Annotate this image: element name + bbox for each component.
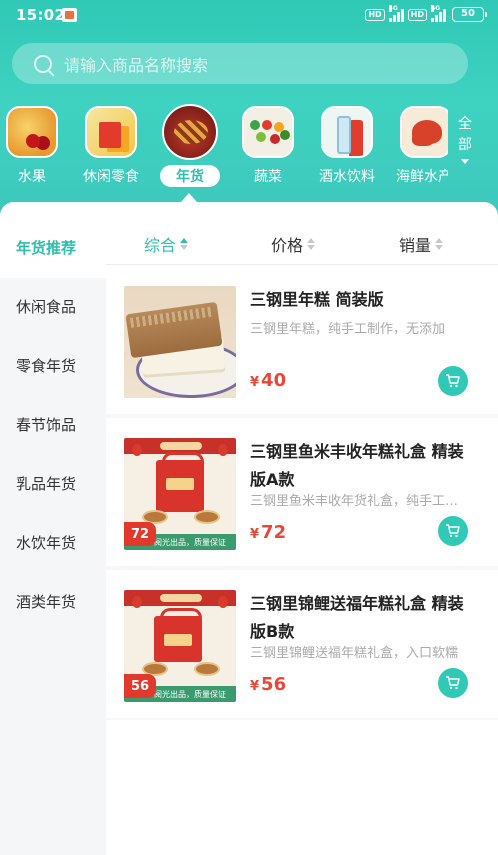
product-price: ¥72: [250, 522, 286, 543]
category-label: 水果: [18, 169, 46, 185]
category-seafood[interactable]: 海鲜水产: [384, 106, 448, 186]
status-bar: 15:02 HD 4G HD 4G 50: [0, 0, 498, 30]
thumb-price-tag: 56: [124, 674, 156, 698]
product-desc: 三钢里年糕，纯手工制作，无添加: [250, 322, 446, 337]
sort-label: 价格: [271, 236, 304, 255]
divider: [106, 718, 498, 720]
sidebar-item-new-year-recommend[interactable]: 年货推荐: [0, 202, 106, 278]
sort-comprehensive[interactable]: 综合: [144, 232, 189, 256]
category-vegetables[interactable]: 蔬菜: [228, 106, 308, 186]
add-to-cart-button[interactable]: [438, 668, 468, 698]
hd-badge: HD: [365, 8, 385, 21]
sort-arrows-icon: [180, 238, 189, 250]
fruit-image: [6, 106, 58, 158]
sidebar-item-beverage-goods[interactable]: 水饮年货: [0, 514, 106, 573]
category-drinks[interactable]: 酒水饮料: [307, 106, 387, 186]
currency-symbol: ¥: [250, 527, 260, 542]
category-fruit[interactable]: 水果: [0, 106, 72, 186]
product-price: ¥40: [250, 370, 286, 391]
product-name: 三钢里年糕 简装版: [250, 290, 384, 309]
category-label: 蔬菜: [254, 169, 282, 185]
cart-icon: [446, 676, 460, 690]
price-value: 56: [261, 674, 287, 695]
category-label: 休闲零食: [83, 169, 139, 185]
sort-price[interactable]: 价格: [271, 232, 316, 256]
content-panel: 年货推荐 休闲食品 零食年货 春节饰品 乳品年货 水饮年货 酒类年货 综合 价格…: [0, 202, 498, 855]
thumb-price-tag: 72: [124, 522, 156, 546]
product-card[interactable]: 阅光出品，质量保证 56 三钢里锦鲤送福年糕礼盒 精装版B款 三钢里锦鲤送福年糕…: [106, 570, 498, 718]
sidebar-item-dairy-goods[interactable]: 乳品年货: [0, 455, 106, 514]
network-type-label: 4G: [431, 4, 441, 12]
sidebar-item-festival-decor[interactable]: 春节饰品: [0, 396, 106, 455]
add-to-cart-button[interactable]: [438, 516, 468, 546]
cart-icon: [446, 374, 460, 388]
sidebar: 年货推荐 休闲食品 零食年货 春节饰品 乳品年货 水饮年货 酒类年货: [0, 202, 106, 855]
sort-arrows-icon: [307, 238, 316, 250]
product-name: 三钢里鱼米丰收年糕礼盒 精装版A款: [250, 442, 464, 489]
sidebar-item-liquor-goods[interactable]: 酒类年货: [0, 573, 106, 632]
battery-icon: 50: [452, 7, 487, 22]
vegetable-image: [242, 106, 294, 158]
sidebar-item-snack-goods[interactable]: 零食年货: [0, 337, 106, 396]
product-image: 阅光出品，质量保证 72: [124, 438, 236, 550]
product-desc: 三钢里鱼米丰收年货礼盒，纯手工制作: [250, 494, 466, 509]
network-type-label: 4G: [388, 4, 398, 12]
product-price: ¥56: [250, 674, 286, 695]
price-value: 40: [261, 370, 287, 391]
product-name: 三钢里锦鲤送福年糕礼盒 精装版B款: [250, 594, 464, 641]
product-desc: 三钢里锦鲤送福年糕礼盒，入口软糯: [250, 646, 459, 661]
search-icon: [34, 54, 52, 73]
divider: [106, 264, 498, 265]
sidebar-item-leisure-food[interactable]: 休闲食品: [0, 278, 106, 337]
search-input[interactable]: 请输入商品名称搜索: [64, 52, 208, 76]
sort-bar: 综合 价格 销量: [106, 220, 498, 264]
currency-symbol: ¥: [250, 375, 260, 390]
chevron-down-icon: [461, 159, 469, 164]
active-category-pointer: [181, 193, 197, 202]
seafood-image: [400, 106, 448, 158]
product-card[interactable]: 三钢里年糕 简装版 三钢里年糕，纯手工制作，无添加 ¥40: [106, 266, 498, 414]
all-categories-button[interactable]: 全部: [455, 114, 475, 164]
sort-label: 综合: [144, 236, 177, 255]
category-new-year-goods[interactable]: 年货: [150, 104, 230, 187]
category-label: 海鲜水产: [396, 169, 448, 185]
category-label: 年货: [160, 165, 220, 187]
status-time: 15:02: [16, 6, 66, 24]
price-value: 72: [261, 522, 287, 543]
snack-image: [85, 106, 137, 158]
hd-badge: HD: [407, 8, 427, 21]
currency-symbol: ¥: [250, 679, 260, 694]
drink-image: [321, 106, 373, 158]
search-bar[interactable]: 请输入商品名称搜索: [12, 43, 468, 84]
notification-icon: [62, 8, 77, 22]
sort-label: 销量: [399, 236, 432, 255]
signal-icon: 4G: [388, 4, 404, 22]
thumb-footer-text: 阅光出品，质量保证: [154, 690, 226, 699]
new-year-goods-image: [162, 104, 218, 160]
cart-icon: [446, 524, 460, 538]
thumb-footer-text: 阅光出品，质量保证: [154, 538, 226, 547]
sort-sales[interactable]: 销量: [399, 232, 444, 256]
product-card[interactable]: 阅光出品，质量保证 72 三钢里鱼米丰收年糕礼盒 精装版A款 三钢里鱼米丰收年货…: [106, 418, 498, 566]
all-categories-label: 全部: [458, 116, 472, 153]
category-label: 酒水饮料: [319, 169, 375, 185]
product-image: 阅光出品，质量保证 56: [124, 590, 236, 702]
sort-arrows-icon: [435, 238, 444, 250]
status-icons: HD 4G HD 4G 50: [365, 4, 487, 22]
category-snacks[interactable]: 休闲零食: [71, 106, 151, 186]
product-image: [124, 286, 236, 398]
signal-icon: 4G: [431, 4, 446, 22]
add-to-cart-button[interactable]: [438, 366, 468, 396]
